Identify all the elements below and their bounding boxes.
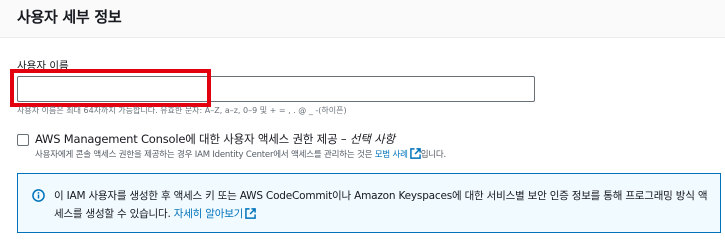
info-alert-text: 이 IAM 사용자를 생성한 후 액세스 키 또는 AWS CodeCommit… xyxy=(54,187,714,223)
panel-title: 사용자 세부 정보 xyxy=(17,8,122,26)
info-message: 이 IAM 사용자를 생성한 후 액세스 키 또는 AWS CodeCommit… xyxy=(54,190,708,220)
console-access-checkbox[interactable] xyxy=(17,134,29,146)
external-link-icon xyxy=(245,208,256,219)
best-practice-link[interactable]: 모범 사례 xyxy=(374,148,421,160)
console-access-label[interactable]: AWS Management Console에 대한 사용자 액세스 권한 제공… xyxy=(35,131,395,147)
console-access-description-text: 사용자에게 콘솔 액세스 권한을 제공하는 경우 IAM Identity Ce… xyxy=(35,150,373,160)
optional-label: 선택 사항 xyxy=(349,132,395,146)
username-constraint-text: 사용자 이름은 최대 64자까지 가능합니다. 유효한 문자: A–Z, a–z… xyxy=(17,106,347,115)
learn-more-link-text: 자세히 알아보기 xyxy=(173,208,244,220)
external-link-icon xyxy=(409,148,421,159)
console-access-description-suffix: 입니다. xyxy=(420,150,447,160)
info-alert: 이 IAM 사용자를 생성한 후 액세스 키 또는 AWS CodeCommit… xyxy=(17,173,721,233)
console-access-label-text: AWS Management Console에 대한 사용자 액세스 권한 제공… xyxy=(35,132,347,146)
username-input[interactable] xyxy=(17,76,535,102)
info-icon xyxy=(32,189,45,202)
learn-more-link[interactable]: 자세히 알아보기 xyxy=(174,208,256,220)
console-access-description: 사용자에게 콘솔 액세스 권한을 제공하는 경우 IAM Identity Ce… xyxy=(35,148,446,160)
best-practice-link-text: 모범 사례 xyxy=(374,150,408,160)
panel-header: 사용자 세부 정보 xyxy=(0,0,725,38)
username-label: 사용자 이름 xyxy=(17,60,69,72)
